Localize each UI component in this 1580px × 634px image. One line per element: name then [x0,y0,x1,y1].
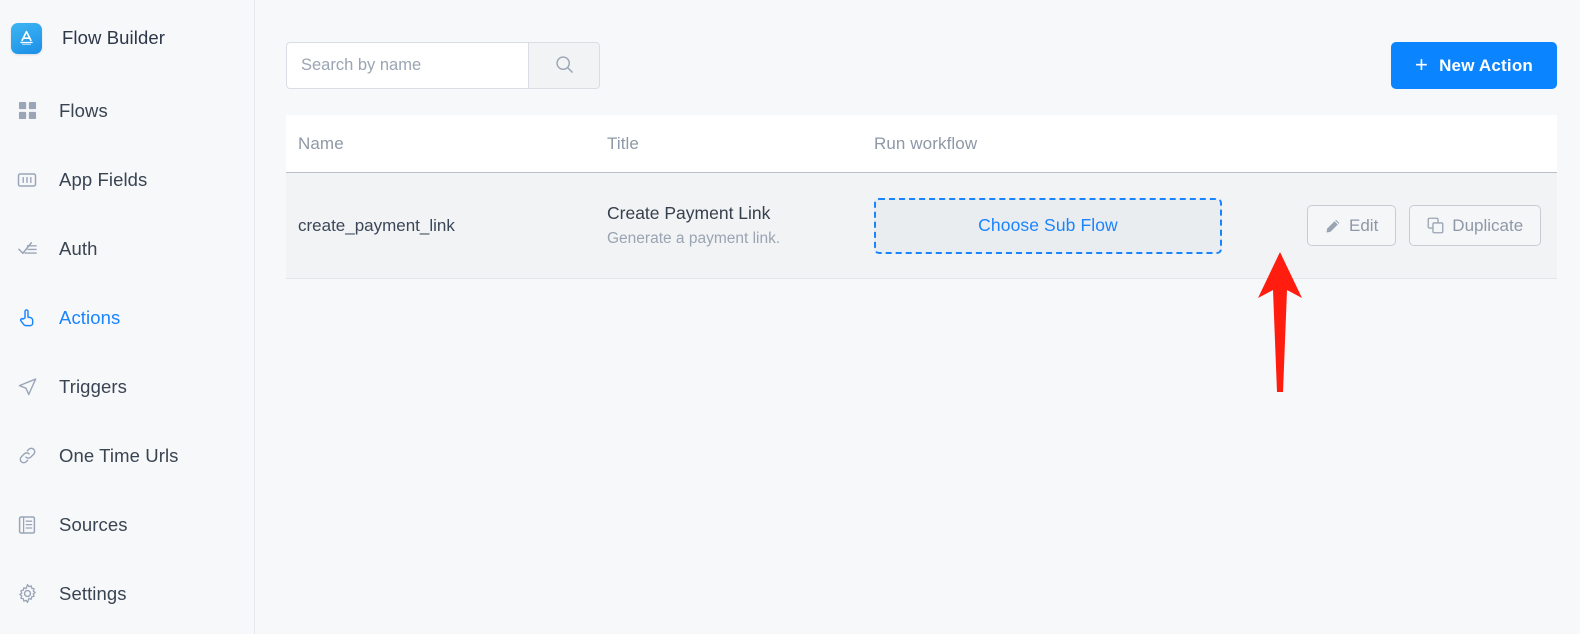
choose-sub-flow-label: Choose Sub Flow [978,215,1118,235]
grid-icon [13,97,41,125]
sidebar-item-label: Sources [59,513,128,535]
checklist-icon [13,235,41,263]
column-header-name: Name [298,133,344,153]
column-header-run-workflow: Run workflow [874,133,978,153]
plus-icon: + [1415,51,1429,77]
sidebar-item-label: Triggers [59,375,127,397]
edit-label: Edit [1349,215,1379,235]
actions-table: Name Title Run workflow create_payment_l… [286,115,1557,279]
hand-click-icon [13,304,41,332]
search-group [286,42,600,89]
app-store-logo-icon [11,22,42,54]
gear-icon [13,580,41,608]
sidebar: Flow Builder Flows App Fields Auth Actio… [0,0,255,634]
sidebar-item-one-time-urls[interactable]: One Time Urls [0,421,254,490]
cell-name: create_payment_link [286,216,607,236]
sidebar-item-actions[interactable]: Actions [0,283,254,352]
sidebar-item-triggers[interactable]: Triggers [0,352,254,421]
sidebar-item-auth[interactable]: Auth [0,214,254,283]
edit-button[interactable]: Edit [1307,205,1397,246]
table-row: create_payment_link Create Payment Link … [286,173,1557,279]
sidebar-item-label: Actions [59,306,121,328]
new-action-button[interactable]: + New Action [1391,42,1557,89]
sidebar-item-app-fields[interactable]: App Fields [0,145,254,214]
duplicate-label: Duplicate [1452,215,1524,235]
action-name: create_payment_link [298,215,455,235]
new-action-label: New Action [1439,55,1533,75]
sidebar-item-flows[interactable]: Flows [0,76,254,145]
pencil-icon [1325,218,1341,234]
table-header-row: Name Title Run workflow [286,115,1557,173]
send-icon [13,373,41,401]
choose-sub-flow-button[interactable]: Choose Sub Flow [874,197,1222,254]
cell-run-workflow: Choose Sub Flow [874,197,1294,254]
sidebar-item-sources[interactable]: Sources [0,490,254,559]
sidebar-item-label: Auth [59,237,98,259]
sidebar-item-label: One Time Urls [59,444,179,466]
sidebar-item-label: App Fields [59,168,148,190]
duplicate-button[interactable]: Duplicate [1409,205,1542,246]
book-icon [13,511,41,539]
link-icon [13,442,41,470]
cell-title: Create Payment Link Generate a payment l… [607,202,874,249]
form-field-icon [13,166,41,194]
toolbar: + New Action [286,0,1558,90]
sidebar-item-settings[interactable]: Settings [0,559,254,628]
sidebar-item-label: Flows [59,99,108,121]
search-button[interactable] [528,42,600,89]
brand-name: Flow Builder [62,27,165,48]
copy-icon [1427,217,1444,234]
action-title: Create Payment Link [607,203,771,224]
main-content: + New Action Name Title Run workflow cre… [255,0,1580,634]
brand[interactable]: Flow Builder [0,0,254,76]
cell-row-actions: Edit Duplicate [1294,205,1557,246]
column-header-title: Title [607,133,639,153]
sidebar-nav: Flows App Fields Auth Actions Triggers O… [0,76,254,628]
search-input[interactable] [286,42,528,89]
action-description: Generate a payment link. [607,229,781,247]
search-icon [554,54,575,78]
app-root: Flow Builder Flows App Fields Auth Actio… [0,0,1580,634]
sidebar-item-label: Settings [59,582,127,604]
